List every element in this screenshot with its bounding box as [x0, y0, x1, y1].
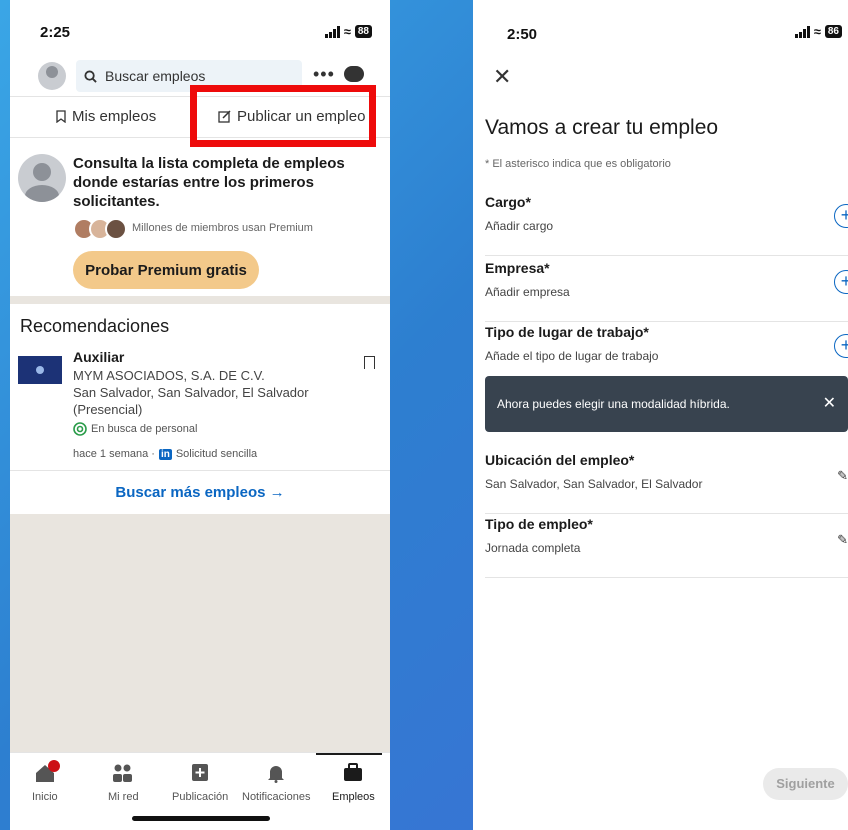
status-bar: 2:50 ≈ 86	[473, 0, 848, 60]
more-icon[interactable]: •••	[313, 64, 335, 85]
field-value: Añadir cargo	[485, 219, 554, 233]
status-time: 2:25	[40, 24, 71, 41]
home-indicator	[132, 816, 270, 821]
status-bar: 2:25 ≈ 88	[10, 0, 390, 60]
nav-jobs[interactable]: Empleos	[332, 763, 375, 803]
messaging-icon[interactable]	[344, 66, 364, 82]
try-premium-button[interactable]: Probar Premium gratis	[73, 251, 259, 289]
search-icon	[84, 69, 97, 83]
field-job-location[interactable]: Ubicación del empleo* San Salvador, San …	[485, 452, 848, 514]
company-logo	[18, 356, 62, 384]
post-icon	[189, 763, 211, 783]
tab-my-jobs-label: Mis empleos	[72, 108, 157, 125]
premium-promo: Consulta la lista completa de empleos do…	[10, 146, 390, 296]
field-label: Tipo de lugar de trabajo*	[485, 324, 649, 340]
next-button[interactable]: Siguiente	[763, 768, 848, 800]
avatar[interactable]	[38, 62, 66, 90]
search-placeholder: Buscar empleos	[105, 68, 206, 84]
profile-avatar	[18, 154, 66, 202]
field-value: Añade el tipo de lugar de trabajo	[485, 349, 659, 363]
status-icons: ≈ 88	[324, 24, 372, 39]
wifi-icon: ≈	[813, 24, 821, 39]
nav-home[interactable]: Inicio	[32, 760, 60, 803]
recommendations-title: Recomendaciones	[20, 316, 170, 336]
job-meta: hace 1 semana · in Solicitud sencilla	[73, 448, 257, 460]
field-label: Tipo de empleo*	[485, 516, 593, 532]
page-title: Vamos a crear tu empleo	[485, 116, 719, 139]
close-icon[interactable]: ✕	[823, 376, 836, 432]
bell-icon	[265, 763, 287, 783]
hiring-status: En busca de personal	[73, 422, 197, 436]
tab-my-jobs[interactable]: Mis empleos	[56, 108, 156, 125]
edit-icon[interactable]: ✎	[837, 532, 848, 548]
info-toast: Ahora puedes elegir una modalidad híbrid…	[485, 376, 848, 432]
right-screen: 2:50 ≈ 86 ✕ Vamos a crear tu empleo * El…	[473, 0, 848, 830]
signal-icon	[794, 25, 810, 38]
nav-notifications-label: Notificaciones	[242, 791, 311, 803]
field-label: Ubicación del empleo*	[485, 452, 635, 468]
promo-text: Consulta la lista completa de empleos do…	[73, 155, 345, 210]
field-value: Añadir empresa	[485, 285, 570, 299]
save-job-icon[interactable]	[364, 356, 375, 369]
briefcase-icon	[342, 763, 364, 783]
highlight-box	[190, 85, 376, 147]
job-card[interactable]: Auxiliar MYM ASOCIADOS, S.A. DE C.V. San…	[10, 348, 390, 466]
status-icons: ≈ 86	[794, 24, 842, 39]
wifi-icon: ≈	[343, 24, 351, 39]
empty-area	[10, 514, 390, 752]
member-faces	[73, 218, 127, 240]
job-title[interactable]: Auxiliar	[73, 349, 124, 365]
posted-time: hace 1 semana ·	[73, 448, 155, 460]
easy-apply-label: Solicitud sencilla	[175, 448, 258, 460]
field-label: Empresa*	[485, 260, 550, 276]
more-jobs-link[interactable]: Buscar más empleos →	[10, 470, 390, 515]
nav-network[interactable]: Mi red	[108, 763, 139, 803]
toast-text: Ahora puedes elegir una modalidad híbrid…	[497, 397, 730, 411]
linkedin-icon: in	[158, 448, 172, 460]
target-icon	[73, 422, 87, 436]
job-company: MYM ASOCIADOS, S.A. DE C.V.	[73, 368, 265, 383]
nav-post-label: Publicación	[172, 791, 229, 803]
members-label: Millones de miembros usan Premium	[132, 222, 313, 234]
field-company[interactable]: Empresa* Añadir empresa +	[485, 260, 848, 322]
add-icon[interactable]: +	[834, 204, 848, 228]
divider	[10, 296, 390, 304]
close-icon[interactable]: ✕	[493, 64, 511, 90]
nav-jobs-label: Empleos	[332, 791, 375, 803]
nav-notifications[interactable]: Notificaciones	[242, 763, 310, 803]
field-label: Cargo*	[485, 194, 531, 210]
field-employment-type[interactable]: Tipo de empleo* Jornada completa ✎	[485, 516, 848, 578]
status-time: 2:50	[507, 26, 538, 43]
required-note: * El asterisco indica que es obligatorio	[485, 158, 671, 170]
nav-network-label: Mi red	[108, 791, 139, 803]
job-mode: (Presencial)	[73, 402, 143, 417]
field-value: San Salvador, San Salvador, El Salvador	[485, 477, 703, 491]
edit-icon[interactable]: ✎	[837, 468, 848, 484]
battery-icon: 88	[354, 25, 372, 38]
hiring-label: En busca de personal	[91, 423, 198, 435]
nav-home-label: Inicio	[32, 791, 58, 803]
notification-badge	[47, 760, 60, 772]
people-icon	[112, 763, 134, 783]
signal-icon	[324, 25, 340, 38]
bookmark-icon	[56, 110, 66, 123]
add-icon[interactable]: +	[834, 270, 848, 294]
field-job-title[interactable]: Cargo* Añadir cargo +	[485, 194, 848, 256]
nav-post[interactable]: Publicación	[172, 763, 228, 803]
battery-icon: 86	[824, 25, 842, 38]
add-icon[interactable]: +	[834, 334, 848, 358]
active-tab-indicator	[316, 753, 382, 755]
job-location: San Salvador, San Salvador, El Salvador	[73, 385, 309, 400]
field-value: Jornada completa	[485, 541, 581, 555]
home-icon	[34, 760, 60, 783]
